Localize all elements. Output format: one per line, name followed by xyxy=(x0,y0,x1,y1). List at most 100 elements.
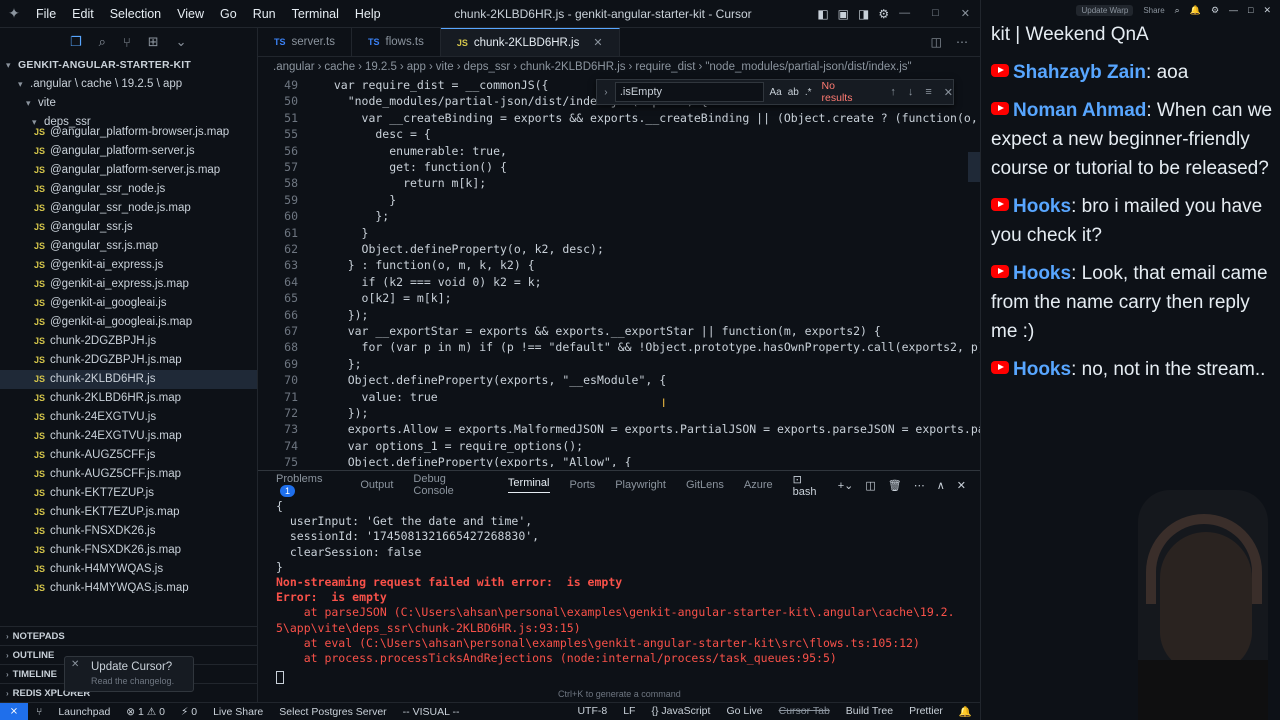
menu-go[interactable]: Go xyxy=(212,7,245,21)
tab-flows-ts[interactable]: TS flows.ts xyxy=(352,28,441,56)
file-item[interactable]: JS chunk-24EXGTVU.js.map xyxy=(0,427,257,446)
split-terminal-icon[interactable]: ◫ xyxy=(865,479,875,492)
status-build-tree[interactable]: Build Tree xyxy=(838,705,901,718)
menu-help[interactable]: Help xyxy=(347,7,389,21)
breadcrumb-item[interactable]: deps_ssr xyxy=(464,61,511,73)
breadcrumb-item[interactable]: chunk-2KLBD6HR.js xyxy=(520,61,625,73)
chevron-down-icon[interactable]: ⌄ xyxy=(176,34,187,50)
menu-terminal[interactable]: Terminal xyxy=(284,7,347,21)
breadcrumb-item[interactable]: 19.2.5 xyxy=(365,61,397,73)
menu-run[interactable]: Run xyxy=(245,7,284,21)
status-prettier[interactable]: Prettier xyxy=(901,705,951,718)
status-language[interactable]: {} JavaScript xyxy=(643,705,718,718)
toggle-panel-icon[interactable]: ▣ xyxy=(838,7,849,21)
previous-match-icon[interactable]: ↑ xyxy=(890,86,896,99)
close-tab-icon[interactable]: ✕ xyxy=(593,36,602,49)
status-ports[interactable]: ⚡ 0 xyxy=(173,706,205,718)
search-icon[interactable]: ⌕ xyxy=(1175,5,1180,16)
notification-subtitle[interactable]: Read the changelog. xyxy=(91,676,185,686)
tab-ports[interactable]: Ports xyxy=(570,479,596,491)
menu-view[interactable]: View xyxy=(169,7,212,21)
update-warp-button[interactable]: Update Warp xyxy=(1076,4,1134,16)
extensions-icon[interactable]: ⊞ xyxy=(148,34,159,50)
search-icon[interactable]: ⌕ xyxy=(99,34,106,50)
breadcrumb-item[interactable]: "node_modules/partial-json/dist/index.js… xyxy=(705,61,911,73)
remote-indicator-icon[interactable]: ⨯ xyxy=(0,702,28,720)
split-editor-icon[interactable]: ◫ xyxy=(931,35,942,49)
source-control-icon[interactable]: ⑂ xyxy=(123,35,131,50)
tab-chunk-js[interactable]: JS chunk-2KLBD6HR.js ✕ xyxy=(440,28,620,56)
tree-folder[interactable]: ▾ vite xyxy=(0,94,257,113)
more-actions-icon[interactable]: ⋯ xyxy=(914,479,925,492)
tab-playwright[interactable]: Playwright xyxy=(615,479,666,491)
share-button[interactable]: Share xyxy=(1143,6,1164,15)
status-postgres[interactable]: Select Postgres Server xyxy=(271,706,394,718)
tab-server-ts[interactable]: TS server.ts xyxy=(258,28,352,56)
tab-terminal[interactable]: Terminal xyxy=(507,477,550,493)
maximize-icon[interactable]: □ xyxy=(1248,5,1253,15)
menu-file[interactable]: File xyxy=(28,7,64,21)
close-panel-icon[interactable]: ✕ xyxy=(957,479,966,492)
close-window-icon[interactable]: ✕ xyxy=(1263,5,1271,16)
toggle-sidebar-icon[interactable]: ◧ xyxy=(817,7,828,21)
branch-icon[interactable]: ⑂ xyxy=(28,706,50,718)
file-item[interactable]: JS chunk-2KLBD6HR.js xyxy=(0,370,257,389)
file-item[interactable]: JS chunk-EKT7EZUP.js xyxy=(0,484,257,503)
file-item[interactable]: JS chunk-2KLBD6HR.js.map xyxy=(0,389,257,408)
file-item[interactable]: JS chunk-EKT7EZUP.js.map xyxy=(0,503,257,522)
tab-output[interactable]: Output xyxy=(360,479,393,491)
status-live-share[interactable]: Live Share xyxy=(205,706,271,718)
file-item[interactable]: JS @angular_ssr.js xyxy=(0,218,257,237)
tab-problems[interactable]: Problems1 xyxy=(276,473,340,497)
menu-edit[interactable]: Edit xyxy=(64,7,102,21)
status-encoding[interactable]: UTF-8 xyxy=(569,705,615,718)
match-whole-word-toggle[interactable]: ab xyxy=(788,87,799,98)
menu-selection[interactable]: Selection xyxy=(102,7,169,21)
explorer-root-folder[interactable]: ▾ GENKIT-ANGULAR-STARTER-KIT xyxy=(0,56,257,75)
file-item[interactable]: JS @angular_platform-browser.js.map xyxy=(0,123,257,142)
tab-azure[interactable]: Azure xyxy=(744,479,773,491)
file-item[interactable]: JS @genkit-ai_express.js xyxy=(0,256,257,275)
file-item[interactable]: JS chunk-FNSXDK26.js xyxy=(0,522,257,541)
file-item[interactable]: JS @angular_ssr_node.js.map xyxy=(0,199,257,218)
explorer-icon[interactable]: ❐ xyxy=(70,34,82,50)
status-cursor-tab[interactable]: Cursor Tab xyxy=(771,705,838,718)
code-editor[interactable]: 49 var require_dist = __commonJS({50 "no… xyxy=(258,77,980,467)
minimize-icon[interactable]: — xyxy=(899,7,910,20)
file-item[interactable]: JS @angular_ssr.js.map xyxy=(0,237,257,256)
file-item[interactable]: JS chunk-H4MYWQAS.js xyxy=(0,560,257,579)
file-item[interactable]: JS chunk-AUGZ5CFF.js xyxy=(0,446,257,465)
regex-toggle[interactable]: .* xyxy=(805,87,812,98)
file-item[interactable]: JS @genkit-ai_googleai.js.map xyxy=(0,313,257,332)
find-input[interactable]: .isEmpty xyxy=(614,82,764,102)
status-eol[interactable]: LF xyxy=(615,705,643,718)
section-notepads[interactable]: › NOTEPADS xyxy=(0,626,258,645)
breadcrumb-item[interactable]: app xyxy=(407,61,426,73)
update-notification[interactable]: ✕ Update Cursor? Read the changelog. xyxy=(64,656,194,692)
file-item[interactable]: JS @angular_platform-server.js xyxy=(0,142,257,161)
toggle-secondary-sidebar-icon[interactable]: ◨ xyxy=(858,7,869,21)
close-icon[interactable]: ✕ xyxy=(71,659,79,670)
file-item[interactable]: JS chunk-2DGZBPJH.js xyxy=(0,332,257,351)
minimize-icon[interactable]: — xyxy=(1229,5,1238,15)
next-match-icon[interactable]: ↓ xyxy=(908,86,914,99)
tree-folder[interactable]: ▾ .angular \ cache \ 19.2.5 \ app xyxy=(0,75,257,94)
new-terminal-icon[interactable]: +⌄ xyxy=(838,479,854,492)
file-item[interactable]: JS chunk-AUGZ5CFF.js.map xyxy=(0,465,257,484)
status-launchpad[interactable]: Launchpad xyxy=(50,706,118,718)
tab-debug-console[interactable]: Debug Console xyxy=(413,473,488,497)
minimap-slider[interactable] xyxy=(968,152,980,182)
settings-gear-icon[interactable]: ⚙ xyxy=(1211,5,1219,16)
file-item[interactable]: JS chunk-FNSXDK26.js.map xyxy=(0,541,257,560)
tab-gitlens[interactable]: GitLens xyxy=(686,479,724,491)
breadcrumb-item[interactable]: cache xyxy=(324,61,355,73)
breadcrumb-item[interactable]: require_dist xyxy=(635,61,695,73)
terminal-output[interactable]: { userInput: 'Get the date and time', se… xyxy=(258,499,980,666)
terminal-shell-selector[interactable]: ⊡ bash xyxy=(793,473,826,498)
close-window-icon[interactable]: ✕ xyxy=(961,7,970,20)
file-item[interactable]: JS chunk-24EXGTVU.js xyxy=(0,408,257,427)
cursor-logo-icon[interactable]: ✦ xyxy=(0,5,28,22)
notifications-bell-icon[interactable]: 🔔 xyxy=(951,705,980,718)
trash-icon[interactable]: 🗑 xyxy=(888,479,902,492)
settings-gear-icon[interactable]: ⚙ xyxy=(878,7,889,21)
